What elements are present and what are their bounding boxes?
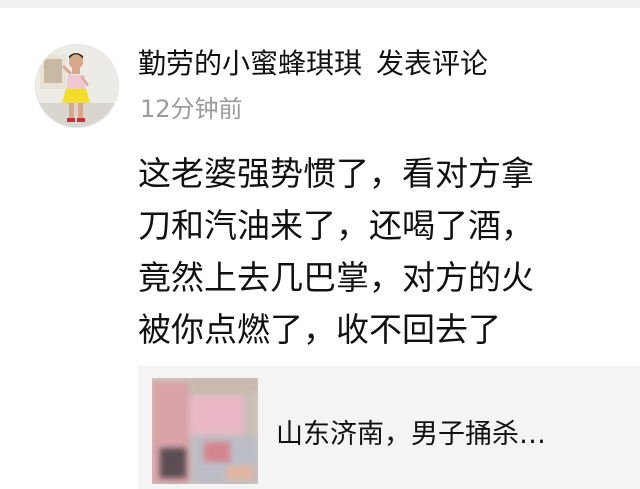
comment-text: 这老婆强势惯了，看对方拿 刀和汽油来了，还喝了酒， 竟然上去几巴掌，对方的火 被… — [138, 148, 618, 356]
comment-action-label: 发表评论 — [376, 47, 489, 80]
comment-header: 勤劳的小蜜蜂琪琪 发表评论 — [138, 44, 488, 84]
comment-text-line: 这老婆强势惯了，看对方拿 — [138, 154, 534, 193]
article-title: 山东济南，男子捅杀… — [276, 419, 546, 450]
top-divider — [0, 0, 640, 8]
comment-text-line: 竟然上去几巴掌，对方的火 — [138, 258, 534, 297]
avatar-photo — [36, 45, 118, 127]
linked-article-card[interactable]: 山东济南，男子捅杀… — [138, 366, 640, 489]
article-thumbnail — [152, 378, 258, 484]
author-name[interactable]: 勤劳的小蜜蜂琪琪 — [138, 47, 362, 80]
comment-text-line: 被你点燃了，收不回去了 — [138, 310, 501, 349]
comment-text-line: 刀和汽油来了，还喝了酒， — [138, 206, 534, 245]
comment-timestamp: 12分钟前 — [140, 95, 243, 123]
avatar[interactable] — [35, 44, 119, 128]
